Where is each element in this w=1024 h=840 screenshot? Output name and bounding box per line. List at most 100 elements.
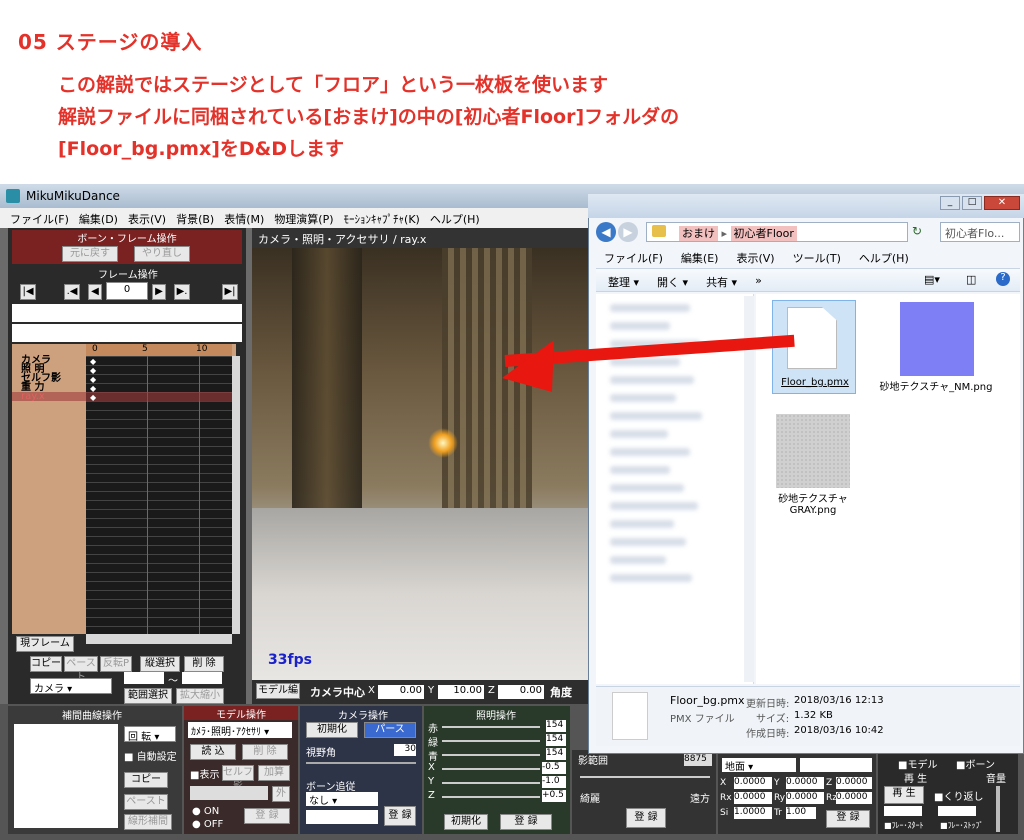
on-radio[interactable]: ● ON (192, 806, 219, 817)
exp-menu-tools[interactable]: ツール(T) (793, 250, 841, 266)
fov-input[interactable]: 30 (394, 744, 416, 756)
current-frame-button[interactable]: 現フレーム (16, 636, 74, 652)
light-init-button[interactable]: 初期化 (444, 814, 488, 830)
copy-button[interactable]: コピー (30, 656, 62, 672)
timeline-vscroll[interactable] (232, 356, 240, 634)
model-checkbox[interactable]: ■モデル (898, 756, 937, 771)
display-checkbox[interactable]: ■表示 (190, 766, 219, 781)
exp-menu-file[interactable]: ファイル(F) (604, 250, 663, 266)
menu-file[interactable]: ファイル(F) (10, 211, 69, 228)
nm-texture-thumbnail[interactable] (900, 302, 974, 376)
undo-button[interactable]: 元に戻す (62, 246, 118, 262)
reverse-paste-button[interactable]: 反転P (100, 656, 132, 672)
prev-key-button[interactable]: .◀ (64, 284, 80, 300)
menu-edit[interactable]: 編集(D) (79, 211, 118, 228)
file-name-gray[interactable]: 砂地テクスチャGRAY.png (756, 490, 870, 516)
acc-y[interactable]: 0.0000 (786, 777, 824, 789)
self-shadow-button[interactable]: セルフ影 (222, 765, 254, 792)
first-frame-button[interactable]: |◀ (20, 284, 36, 300)
bone-checkbox[interactable]: ■ボーン (956, 756, 995, 771)
preview-pane-icon[interactable]: ◫ (966, 273, 976, 286)
model-register-button[interactable]: 登 録 (244, 808, 290, 824)
range-select-button[interactable]: 範囲選択 (124, 688, 172, 704)
range-to-input[interactable] (182, 672, 222, 684)
acc-rz[interactable]: 0.0000 (836, 792, 872, 804)
model-select[interactable]: ｶﾒﾗ･照明･ｱｸｾｻﾘ ▾ (188, 722, 292, 738)
next-frame-button[interactable]: ▶ (152, 284, 166, 300)
redo-button[interactable]: やり直し (134, 246, 190, 262)
menu-help[interactable]: ヘルプ(H) (430, 211, 480, 228)
refresh-icon[interactable]: ↻ (912, 224, 922, 238)
more-button[interactable]: » (755, 274, 762, 291)
view-options-icon[interactable]: ▤▾ (924, 273, 940, 286)
outer-parent-select[interactable] (190, 786, 268, 800)
light-g-slider[interactable] (442, 740, 540, 742)
exp-menu-view[interactable]: 表示(V) (736, 250, 774, 266)
cam-z-input[interactable]: 0.00 (498, 685, 544, 699)
minimize-button[interactable]: _ (940, 196, 960, 210)
range-from-input[interactable] (124, 672, 164, 684)
open-button[interactable]: 開く ▾ (657, 274, 688, 291)
bone-follow-bone-select[interactable] (306, 810, 378, 824)
shadow-slider[interactable] (580, 776, 710, 778)
outer-button[interactable]: 外 (272, 786, 290, 802)
gray-texture-thumbnail[interactable] (776, 414, 850, 488)
acc-ry[interactable]: 0.0000 (786, 792, 824, 804)
forward-arrow-icon[interactable]: ▶ (618, 222, 638, 242)
menu-physics[interactable]: 物理演算(P) (274, 211, 333, 228)
light-z-value[interactable]: +0.5 (542, 790, 566, 802)
light-r-value[interactable]: 154 (546, 720, 566, 732)
timeline-hscroll[interactable] (86, 634, 232, 644)
menu-expression[interactable]: 表情(M) (224, 211, 264, 228)
linear-interp-button[interactable]: 線形補間 (124, 814, 172, 830)
help-icon[interactable]: ? (996, 272, 1010, 286)
cam-x-input[interactable]: 0.00 (378, 685, 424, 699)
menu-background[interactable]: 背景(B) (176, 211, 214, 228)
viewport-3d[interactable]: 33fps (252, 248, 590, 680)
acc-si[interactable]: 1.0000 (734, 807, 772, 819)
fov-slider[interactable] (306, 762, 416, 764)
track-gravity[interactable]: 重 力 (12, 383, 232, 393)
light-y-slider[interactable] (442, 782, 540, 784)
light-z-slider[interactable] (442, 796, 540, 798)
acc-z[interactable]: 0.0000 (836, 777, 872, 789)
shadow-range-value[interactable]: 8875 (684, 754, 712, 766)
camera-dropdown[interactable]: カメラ ▾ (30, 678, 112, 695)
off-radio[interactable]: ● OFF (192, 819, 223, 830)
file-name-nm[interactable]: 砂地テクスチャ_NM.png (876, 378, 996, 393)
exp-menu-help[interactable]: ヘルプ(H) (859, 250, 909, 266)
play-from-input[interactable] (884, 806, 922, 816)
maximize-button[interactable]: □ (962, 196, 982, 210)
acc-tr[interactable]: 1.00 (786, 807, 816, 819)
volume-slider[interactable] (996, 786, 1000, 832)
exp-menu-edit[interactable]: 編集(E) (681, 250, 719, 266)
model-delete-button[interactable]: 削 除 (242, 744, 288, 760)
acc-rx[interactable]: 0.0000 (734, 792, 772, 804)
back-arrow-icon[interactable]: ◀ (596, 222, 616, 242)
delete-button[interactable]: 削 除 (184, 656, 224, 672)
model-edit-button[interactable]: モデル編 (256, 683, 300, 699)
prev-frame-button[interactable]: ◀ (88, 284, 102, 300)
interp-select[interactable]: 回 転 ▾ (124, 726, 176, 743)
vertical-select-button[interactable]: 縦選択 (140, 656, 180, 672)
interp-curve-canvas[interactable] (14, 724, 118, 828)
nav-scrollbar[interactable] (744, 296, 754, 682)
accessory-register-button[interactable]: 登 録 (826, 810, 870, 828)
track-self-shadow[interactable]: セルフ影 (12, 374, 232, 384)
frame-start-checkbox[interactable]: ■ﾌﾚｰ･ｽﾀｰﾄ (884, 820, 924, 831)
frame-stop-checkbox[interactable]: ■ﾌﾚｰ･ｽﾄｯﾌﾟ (940, 820, 984, 831)
bone-follow-select[interactable]: なし ▾ (306, 792, 378, 807)
share-button[interactable]: 共有 ▾ (706, 274, 737, 291)
light-y-value[interactable]: -1.0 (542, 776, 566, 788)
light-register-button[interactable]: 登 録 (500, 814, 552, 830)
accessory-parent-select[interactable]: 地面 ▾ (722, 758, 796, 773)
breadcrumb-omake[interactable]: おまけ (679, 226, 718, 241)
last-frame-button[interactable]: ▶| (222, 284, 238, 300)
interp-paste-button[interactable]: ペースト (124, 794, 168, 810)
light-x-slider[interactable] (442, 768, 540, 770)
load-button[interactable]: 読 込 (190, 744, 236, 760)
breadcrumb-folder[interactable]: 初心者Floor (730, 226, 797, 241)
address-bar[interactable]: おまけ ▸ 初心者Floor (646, 222, 908, 242)
paste-button[interactable]: ペースト (64, 656, 98, 683)
close-button[interactable]: ✕ (984, 196, 1020, 210)
